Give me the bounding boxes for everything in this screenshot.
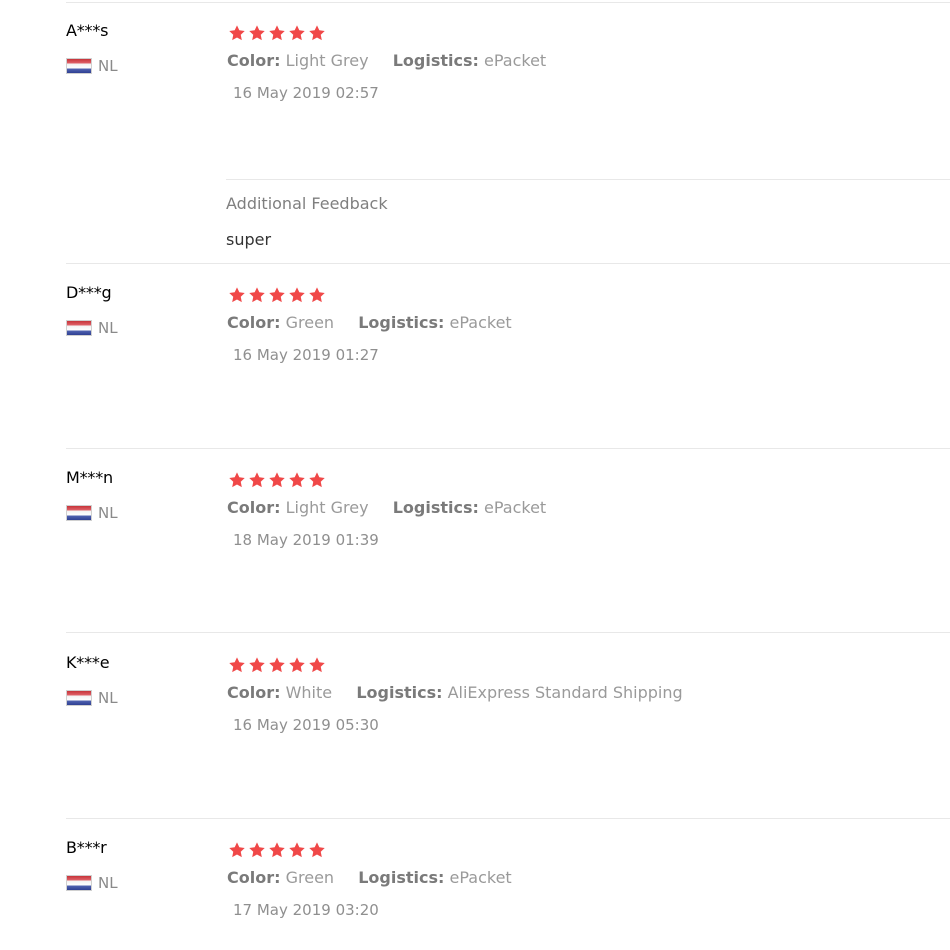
logistics-label: Logistics:	[358, 868, 445, 887]
star-icon	[228, 286, 246, 304]
country-code: NL	[98, 874, 118, 892]
star-icon	[268, 841, 286, 859]
color-value: Light Grey	[285, 51, 369, 70]
review-item: K***e NL Color: White Logistics: AliExpr…	[0, 635, 950, 819]
reviewer-country: NL	[66, 874, 118, 892]
review-attributes: Color: Green Logistics: ePacket	[227, 868, 512, 887]
reviewer-name: A***s	[66, 21, 109, 40]
country-code: NL	[98, 689, 118, 707]
star-icon	[308, 286, 326, 304]
country-code: NL	[98, 57, 118, 75]
netherlands-flag-icon	[66, 505, 92, 521]
reviewer-name: D***g	[66, 283, 112, 302]
review-attributes: Color: White Logistics: AliExpress Stand…	[227, 683, 683, 702]
reviewer-country: NL	[66, 319, 118, 337]
review-divider	[66, 263, 950, 264]
logistics-value: ePacket	[449, 868, 512, 887]
star-icon	[308, 471, 326, 489]
additional-feedback-text: super	[226, 230, 272, 249]
country-code: NL	[98, 319, 118, 337]
reviewer-name: K***e	[66, 653, 110, 672]
star-icon	[288, 656, 306, 674]
review-date: 17 May 2019 03:20	[233, 901, 379, 919]
review-attributes: Color: Green Logistics: ePacket	[227, 313, 512, 332]
review-attributes: Color: Light Grey Logistics: ePacket	[227, 498, 546, 517]
star-icon	[268, 471, 286, 489]
logistics-value: ePacket	[484, 498, 547, 517]
logistics-value: ePacket	[484, 51, 547, 70]
review-divider	[66, 818, 950, 819]
logistics-label: Logistics:	[392, 498, 479, 517]
star-icon	[228, 841, 246, 859]
logistics-value: AliExpress Standard Shipping	[447, 683, 683, 702]
star-icon	[288, 24, 306, 42]
additional-feedback-divider	[226, 179, 950, 180]
star-icon	[308, 841, 326, 859]
color-label: Color:	[227, 498, 281, 517]
netherlands-flag-icon	[66, 875, 92, 891]
star-icon	[228, 471, 246, 489]
review-attributes: Color: Light Grey Logistics: ePacket	[227, 51, 546, 70]
review-divider	[66, 448, 950, 449]
additional-feedback-label: Additional Feedback	[226, 194, 388, 213]
country-code: NL	[98, 504, 118, 522]
star-rating	[228, 839, 328, 861]
star-icon	[288, 286, 306, 304]
color-value: White	[285, 683, 333, 702]
logistics-label: Logistics:	[392, 51, 479, 70]
netherlands-flag-icon	[66, 690, 92, 706]
logistics-label: Logistics:	[358, 313, 445, 332]
reviewer-name: M***n	[66, 468, 113, 487]
color-value: Green	[285, 868, 335, 887]
reviewer-country: NL	[66, 57, 118, 75]
star-rating	[228, 284, 328, 306]
star-icon	[248, 841, 266, 859]
star-rating	[228, 22, 328, 44]
color-label: Color:	[227, 51, 281, 70]
review-item: A***s NL Color: Light Grey Logistics: eP…	[0, 3, 950, 264]
star-icon	[308, 656, 326, 674]
star-icon	[268, 24, 286, 42]
star-icon	[228, 24, 246, 42]
review-divider	[66, 632, 950, 633]
star-rating	[228, 654, 328, 676]
color-value: Green	[285, 313, 335, 332]
review-date: 18 May 2019 01:39	[233, 531, 379, 549]
star-icon	[228, 656, 246, 674]
star-icon	[268, 286, 286, 304]
color-label: Color:	[227, 868, 281, 887]
star-icon	[248, 24, 266, 42]
star-icon	[288, 471, 306, 489]
netherlands-flag-icon	[66, 58, 92, 74]
reviewer-country: NL	[66, 689, 118, 707]
logistics-value: ePacket	[449, 313, 512, 332]
review-item: D***g NL Color: Green Logistics: ePacket…	[0, 265, 950, 449]
color-value: Light Grey	[285, 498, 369, 517]
star-icon	[248, 286, 266, 304]
star-icon	[288, 841, 306, 859]
star-icon	[248, 471, 266, 489]
star-icon	[308, 24, 326, 42]
star-icon	[248, 656, 266, 674]
review-list: A***s NL Color: Light Grey Logistics: eP…	[0, 0, 950, 950]
color-label: Color:	[227, 683, 281, 702]
star-icon	[268, 656, 286, 674]
reviewer-country: NL	[66, 504, 118, 522]
review-item: B***r NL Color: Green Logistics: ePacket…	[0, 820, 950, 948]
review-date: 16 May 2019 02:57	[233, 84, 379, 102]
star-rating	[228, 469, 328, 491]
review-date: 16 May 2019 05:30	[233, 716, 379, 734]
color-label: Color:	[227, 313, 281, 332]
review-date: 16 May 2019 01:27	[233, 346, 379, 364]
review-item: M***n NL Color: Light Grey Logistics: eP…	[0, 450, 950, 633]
logistics-label: Logistics:	[356, 683, 443, 702]
netherlands-flag-icon	[66, 320, 92, 336]
reviewer-name: B***r	[66, 838, 107, 857]
